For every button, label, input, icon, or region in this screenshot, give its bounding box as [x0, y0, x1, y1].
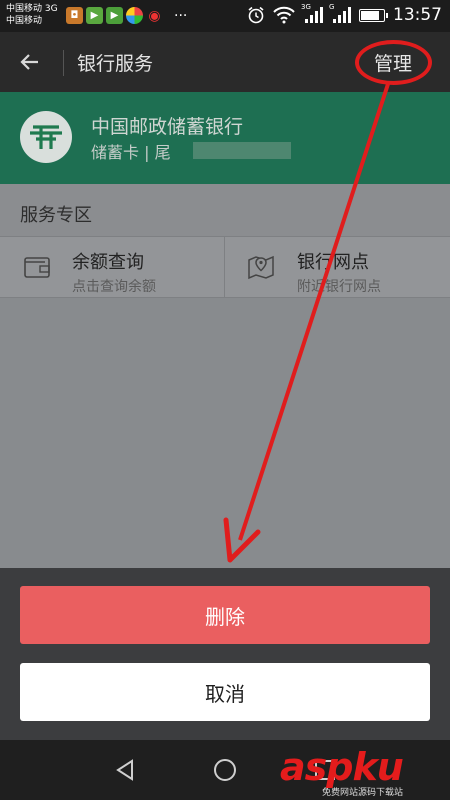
status-bar: 中国移动 3G 中国移动 ◘ ▶ ▶ ◉ ··· 3G G 13:57 [0, 0, 450, 32]
battery-icon [359, 8, 388, 22]
page-content: 中国邮政储蓄银行 储蓄卡 | 尾 服务专区 余额查询 点击查询余额 银行网点 附… [0, 92, 450, 568]
service-item-balance[interactable]: 余额查询 点击查询余额 [0, 236, 224, 298]
header-divider [63, 50, 64, 76]
home-circle-icon[interactable] [211, 756, 239, 784]
masked-card-number [193, 142, 291, 159]
carrier-label-1: 中国移动 3G [6, 4, 58, 14]
alarm-clock-icon [248, 6, 264, 24]
section-title: 服务专区 [20, 205, 92, 226]
system-status: 3G G 13:57 [247, 3, 442, 25]
watermark-caption: 免费网站源码下载站 [322, 788, 404, 798]
delete-button[interactable]: 删除 [20, 586, 430, 644]
signal-strength-icon: G [329, 3, 351, 24]
color-app-icon [126, 7, 143, 24]
video-player-icon: ▶ [106, 7, 123, 24]
video-player-icon: ▶ [86, 7, 103, 24]
watermark-logo: aspku [280, 745, 404, 789]
service-subtitle: 点击查询余额 [72, 279, 156, 295]
service-item-branches[interactable]: 银行网点 附近银行网点 [225, 236, 450, 298]
postal-bank-logo-icon [20, 111, 72, 163]
map-pin-icon [248, 255, 274, 280]
bank-card[interactable]: 中国邮政储蓄银行 储蓄卡 | 尾 [0, 92, 450, 184]
wifi-icon [273, 6, 295, 24]
app-a-icon: ◘ [66, 7, 83, 24]
service-subtitle: 附近银行网点 [297, 279, 381, 295]
weibo-icon: ◉ [148, 7, 161, 24]
back-triangle-icon[interactable] [111, 756, 139, 784]
more-notifications-icon: ··· [174, 7, 188, 24]
carrier-label-2: 中国移动 [6, 16, 43, 26]
service-title: 银行网点 [297, 252, 369, 273]
arrow-left-icon[interactable] [18, 50, 42, 74]
notification-icons: ◘ ▶ ▶ ◉ ··· [66, 7, 187, 24]
annotation-highlight-ring [355, 40, 432, 85]
clock: 13:57 [393, 5, 442, 25]
page-title: 银行服务 [77, 53, 154, 75]
cancel-button[interactable]: 取消 [20, 663, 430, 721]
signal-strength-icon: 3G [301, 3, 323, 24]
bank-name: 中国邮政储蓄银行 [91, 116, 244, 138]
service-title: 余额查询 [72, 252, 144, 273]
wallet-icon [24, 257, 50, 278]
card-info: 储蓄卡 | 尾 [91, 143, 171, 162]
